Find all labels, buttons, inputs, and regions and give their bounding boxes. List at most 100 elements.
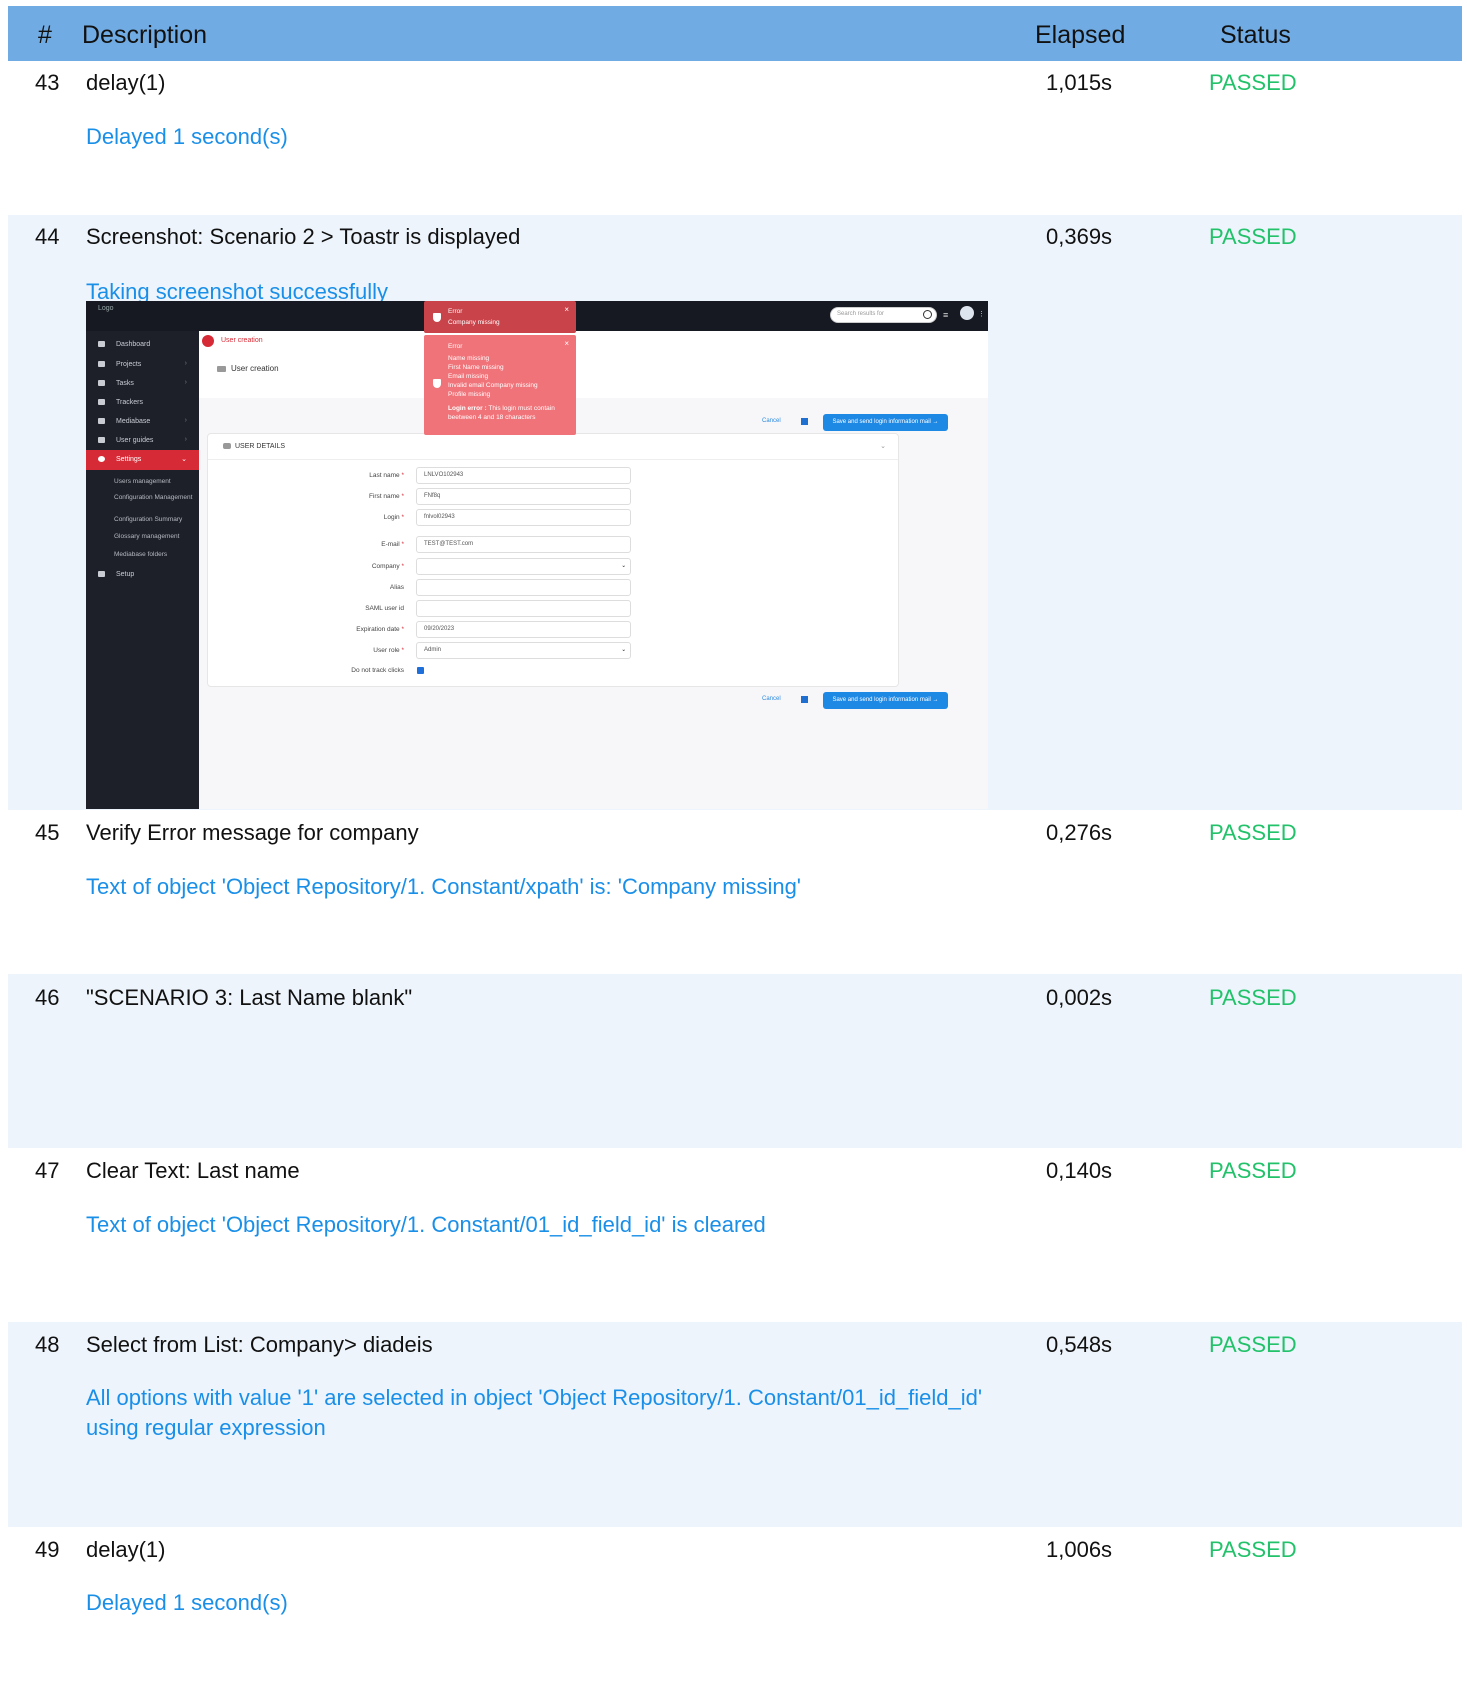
close-icon[interactable]: ×: [564, 305, 569, 314]
sidebar-item-mediabase[interactable]: Mediabase ›: [86, 412, 199, 432]
row-elapsed: 0,140s: [1046, 1158, 1113, 1183]
user-role-select[interactable]: Admin ⌄: [416, 642, 631, 659]
sidebar-item-trackers[interactable]: Trackers: [86, 393, 199, 413]
company-select[interactable]: ⌄: [416, 558, 631, 575]
saml-user-id-input[interactable]: [416, 600, 631, 617]
search-placeholder: Search results for: [837, 311, 885, 317]
save-and-send-button[interactable]: Save and send login information mail →: [823, 414, 948, 431]
toast-title: Error: [448, 308, 463, 315]
do-not-track-checkbox[interactable]: [417, 667, 424, 674]
row-elapsed: 0,276s: [1046, 820, 1113, 845]
sidebar-item-tasks[interactable]: Tasks ›: [86, 374, 199, 394]
row-elapsed: 1,015s: [1046, 70, 1113, 95]
sidebar-item-dashboard[interactable]: Dashboard: [86, 335, 199, 355]
close-icon[interactable]: ×: [564, 339, 569, 348]
sidebar-subitem-users-management[interactable]: Users management: [114, 477, 209, 486]
table-header: # Description Elapsed Status: [8, 6, 1462, 61]
tasks-icon: [98, 380, 105, 386]
table-row: 45 Verify Error message for company 0,27…: [8, 810, 1462, 974]
row-num: 45: [35, 820, 60, 845]
row-status: PASSED: [1209, 1537, 1297, 1562]
breadcrumb: User creation: [199, 331, 988, 351]
field-label: Login *: [383, 514, 404, 521]
table-row: 46 "SCENARIO 3: Last Name blank" 0,002s …: [8, 974, 1462, 1148]
field-label: First name *: [368, 493, 404, 500]
dashboard-icon: [98, 341, 105, 347]
page-title: User creation: [231, 364, 279, 373]
row-description: Screenshot: Scenario 2 > Toastr is displ…: [86, 224, 521, 249]
header-status: Status: [1220, 21, 1291, 49]
chevron-down-icon: ⌄: [620, 563, 626, 569]
sidebar-item-projects[interactable]: Projects ›: [86, 355, 199, 375]
breadcrumb-current[interactable]: User creation: [221, 337, 263, 344]
menu-icon[interactable]: ≡: [943, 310, 948, 320]
app-sidebar: Dashboard Projects › Tasks › Trackers Medi…: [86, 331, 199, 809]
image-icon: [98, 418, 105, 424]
row-message: Delayed 1 second(s): [86, 1590, 288, 1615]
sidebar-item-setup[interactable]: Setup: [86, 565, 199, 585]
header-num: #: [38, 21, 52, 49]
page-header: User creation: [199, 350, 988, 399]
alias-input[interactable]: [416, 579, 631, 596]
row-num: 44: [35, 224, 60, 249]
sidebar-item-user-guides[interactable]: User guides ›: [86, 431, 199, 451]
error-toast[interactable]: Error Company missing ×: [424, 301, 576, 333]
row-num: 49: [35, 1537, 60, 1562]
chevron-right-icon: ›: [184, 417, 187, 424]
row-description: delay(1): [86, 1537, 166, 1562]
save-icon[interactable]: [801, 696, 808, 703]
settings-icon: [98, 456, 105, 462]
row-message: All options with value '1' are selected …: [86, 1385, 983, 1440]
shield-icon: [433, 313, 441, 322]
last-name-input[interactable]: LNLVO102943: [416, 467, 631, 484]
user-add-icon: [223, 443, 231, 449]
more-icon[interactable]: ⋮: [978, 310, 985, 318]
user-creation-icon: [202, 335, 214, 347]
save-and-send-button[interactable]: Save and send login information mail →: [823, 692, 948, 709]
field-label: Last name *: [369, 472, 404, 479]
chevron-down-icon[interactable]: ⌄: [880, 442, 886, 450]
row-elapsed: 0,002s: [1046, 985, 1113, 1010]
header-description: Description: [82, 21, 208, 49]
row-message: Text of object 'Object Repository/1. Con…: [86, 874, 802, 899]
sidebar-subitem-configuration-summary[interactable]: Configuration Summary: [114, 515, 209, 524]
row-message: Delayed 1 second(s): [86, 124, 288, 149]
chevron-right-icon: ›: [184, 436, 187, 443]
field-label: SAML user id: [365, 605, 404, 612]
embedded-screenshot[interactable]: Logo Search results for ≡ ⋮ Dashboard Pr…: [86, 301, 988, 809]
toast-message: Company missing: [448, 319, 500, 326]
email-input[interactable]: TEST@TEST.com: [416, 536, 631, 553]
row-status: PASSED: [1209, 820, 1297, 845]
table-row: 49 delay(1) 1,006s PASSED Delayed 1 seco…: [8, 1527, 1462, 1647]
sidebar-item-settings[interactable]: Settings ⌄: [86, 450, 199, 470]
folder-icon: [217, 366, 226, 372]
row-status: PASSED: [1209, 1332, 1297, 1357]
toast-title: Error: [448, 343, 463, 350]
expiration-date-input[interactable]: 09/20/2023: [416, 621, 631, 638]
row-description: "SCENARIO 3: Last Name blank": [86, 985, 413, 1010]
cancel-button[interactable]: Cancel: [762, 418, 781, 424]
chevron-down-icon: ⌄: [181, 456, 187, 463]
sidebar-subitem-mediabase-folders[interactable]: Mediabase folders: [114, 550, 209, 559]
row-status: PASSED: [1209, 224, 1297, 249]
cancel-button[interactable]: Cancel: [762, 696, 781, 702]
search-input[interactable]: Search results for: [830, 307, 937, 323]
search-icon: [923, 310, 932, 319]
first-name-input[interactable]: FNf8q: [416, 488, 631, 505]
sidebar-subitem-configuration-management[interactable]: Configuration Management: [114, 493, 209, 502]
row-num: 47: [35, 1158, 60, 1183]
sidebar-subitem-glossary-management[interactable]: Glossary management: [114, 532, 209, 541]
table-row: 43 delay(1) 1,015s PASSED Delayed 1 seco…: [8, 61, 1462, 215]
error-toast[interactable]: Error × Name missing First Name missing …: [424, 335, 576, 435]
avatar[interactable]: [960, 306, 974, 320]
save-icon[interactable]: [801, 418, 808, 425]
row-num: 46: [35, 985, 60, 1010]
login-input[interactable]: fnlvol02943: [416, 509, 631, 526]
shield-icon: [433, 379, 441, 388]
folder-icon: [98, 361, 105, 367]
field-label: Expiration date *: [356, 626, 404, 633]
test-report: # Description Elapsed Status 43 delay(1)…: [8, 6, 1462, 1647]
trackers-icon: [98, 399, 105, 405]
row-num: 48: [35, 1332, 60, 1357]
row-num: 43: [35, 70, 60, 95]
